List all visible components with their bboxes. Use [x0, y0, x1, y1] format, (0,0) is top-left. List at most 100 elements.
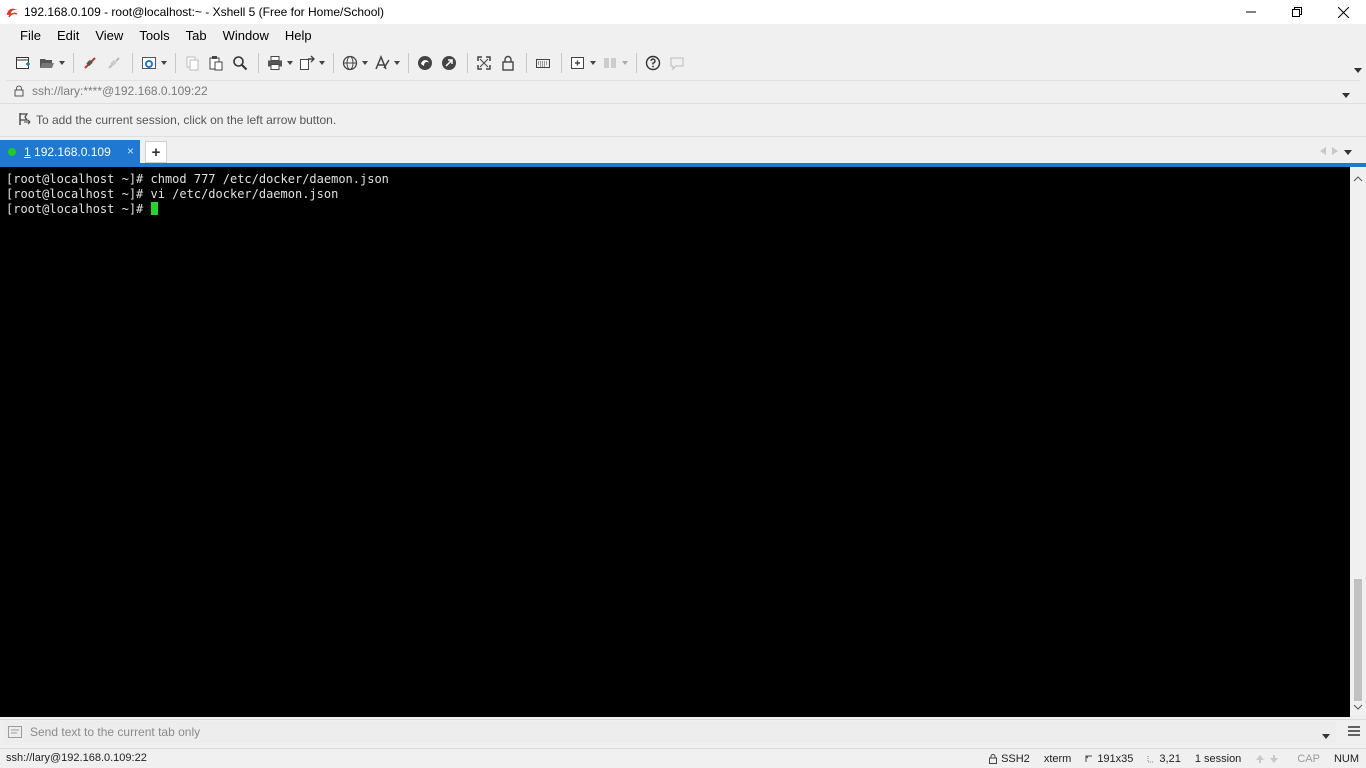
chat-button[interactable]	[666, 52, 688, 74]
terminal-area[interactable]: [root@localhost ~]# chmod 777 /etc/docke…	[0, 167, 1350, 717]
properties-button[interactable]	[138, 52, 168, 74]
lock-icon	[6, 85, 32, 97]
copy-button[interactable]	[181, 52, 203, 74]
compose-bar: Send text to the current tab only	[0, 719, 1366, 743]
compose-dropdown-icon[interactable]	[1322, 728, 1330, 742]
address-dropdown-icon[interactable]	[1342, 87, 1350, 101]
tab-session-1[interactable]: 1 192.168.0.109 ×	[0, 140, 140, 164]
window-controls	[1228, 0, 1366, 24]
tab-scroll-right-icon[interactable]	[1332, 144, 1338, 158]
open-session-button[interactable]	[36, 52, 66, 74]
print-button[interactable]	[264, 52, 294, 74]
cursor-position-icon	[1147, 755, 1155, 763]
keyboard-icon	[532, 52, 554, 74]
lock-button[interactable]	[497, 52, 519, 74]
minimize-button[interactable]	[1228, 0, 1274, 24]
terminal-size-icon	[1085, 755, 1093, 763]
scroll-down-icon[interactable]	[1353, 699, 1363, 713]
toolbar-separator	[467, 53, 468, 73]
paste-icon	[205, 52, 227, 74]
plug-connect-icon	[79, 52, 101, 74]
terminal-line: [root@localhost ~]# chmod 777 /etc/docke…	[6, 172, 389, 186]
compose-input[interactable]: Send text to the current tab only	[4, 720, 1336, 743]
tab-navigation	[1320, 144, 1352, 158]
menu-tab[interactable]: Tab	[178, 25, 215, 47]
tab-label: 192.168.0.109	[34, 145, 111, 159]
settings-window-icon	[138, 52, 160, 74]
menu-tools[interactable]: Tools	[131, 25, 177, 47]
close-tab-icon[interactable]: ×	[127, 144, 134, 158]
reconnect-button[interactable]	[79, 52, 101, 74]
info-text: To add the current session, click on the…	[36, 113, 337, 127]
chevron-down-icon[interactable]	[318, 52, 326, 74]
arrow-up-icon[interactable]	[1255, 754, 1265, 764]
lock-icon	[989, 754, 998, 764]
new-session-button[interactable]	[12, 52, 34, 74]
connection-status: ssh://lary@192.168.0.109:22	[6, 752, 147, 764]
chevron-down-icon[interactable]	[589, 52, 597, 74]
chevron-down-icon[interactable]	[361, 52, 369, 74]
transfer-button[interactable]	[296, 52, 326, 74]
toolbar-overflow-icon[interactable]	[1354, 62, 1362, 73]
chevron-down-icon[interactable]	[58, 52, 66, 74]
chevron-down-icon[interactable]	[393, 52, 401, 74]
menu-window[interactable]: Window	[215, 25, 277, 47]
cursor-position: 3,21	[1159, 753, 1181, 765]
add-tab-button[interactable]: +	[145, 141, 167, 163]
new-session-icon	[12, 52, 34, 74]
keyboard-button[interactable]	[532, 52, 554, 74]
address-bar[interactable]: ssh://lary:****@192.168.0.109:22	[6, 80, 1360, 100]
title-bar: 192.168.0.109 - root@localhost:~ - Xshel…	[0, 0, 1366, 24]
address-input[interactable]: ssh://lary:****@192.168.0.109:22	[32, 84, 208, 98]
plug-disconnect-icon	[103, 52, 125, 74]
menu-view[interactable]: View	[87, 25, 131, 47]
terminal-type: xterm	[1043, 753, 1072, 765]
fullscreen-button[interactable]	[473, 52, 495, 74]
font-button[interactable]	[371, 52, 401, 74]
menu-file[interactable]: File	[12, 25, 49, 47]
chevron-down-icon[interactable]	[160, 52, 168, 74]
toolbar-separator	[73, 53, 74, 73]
xmanager-icon	[438, 52, 460, 74]
xmanager-button[interactable]	[438, 52, 460, 74]
terminal-line: [root@localhost ~]# vi /etc/docker/daemo…	[6, 187, 339, 201]
find-button[interactable]	[229, 52, 251, 74]
encoding-button[interactable]	[339, 52, 369, 74]
menu-help[interactable]: Help	[277, 25, 320, 47]
tab-scroll-left-icon[interactable]	[1320, 144, 1326, 158]
hamburger-menu-icon[interactable]	[1348, 725, 1360, 739]
status-indicators: SSH2 xterm 191x35 3,21 1 session CAP NUM	[982, 749, 1366, 768]
chevron-down-icon[interactable]	[621, 52, 629, 74]
toolbar-separator	[175, 53, 176, 73]
xftp-button[interactable]	[414, 52, 436, 74]
tile-button[interactable]	[599, 52, 629, 74]
paste-button[interactable]	[205, 52, 227, 74]
menu-edit[interactable]: Edit	[49, 25, 87, 47]
terminal-scrollbar[interactable]	[1350, 167, 1366, 717]
chevron-down-icon[interactable]	[286, 52, 294, 74]
add-tab-icon	[567, 52, 589, 74]
add-session-arrow-icon[interactable]	[18, 112, 32, 129]
terminal-line-current: [root@localhost ~]#	[6, 202, 1344, 217]
session-count: 1 session	[1194, 753, 1242, 765]
help-icon	[642, 52, 664, 74]
close-window-button[interactable]	[1320, 0, 1366, 24]
scrollbar-thumb[interactable]	[1354, 579, 1362, 701]
copy-icon	[181, 52, 203, 74]
disconnect-button[interactable]	[103, 52, 125, 74]
scroll-up-icon[interactable]	[1353, 171, 1363, 185]
help-button[interactable]	[642, 52, 664, 74]
restore-button[interactable]	[1274, 0, 1320, 24]
toolbar-separator	[258, 53, 259, 73]
file-transfer-icon	[296, 52, 318, 74]
new-tab-button[interactable]	[567, 52, 597, 74]
folder-open-icon	[36, 52, 58, 74]
num-lock-indicator: NUM	[1333, 753, 1359, 765]
caps-lock-indicator: CAP	[1297, 753, 1320, 765]
toolbar-separator	[636, 53, 637, 73]
tile-windows-icon	[599, 52, 621, 74]
padlock-icon	[497, 52, 519, 74]
tab-list-dropdown-icon[interactable]	[1344, 144, 1352, 158]
arrow-down-icon[interactable]	[1269, 754, 1279, 764]
xftp-icon	[414, 52, 436, 74]
